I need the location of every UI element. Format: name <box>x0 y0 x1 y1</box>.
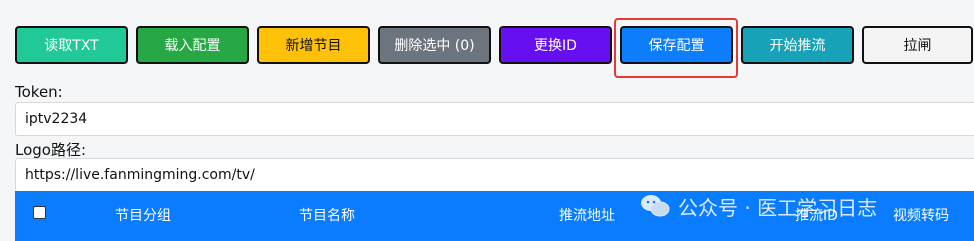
load-config-button[interactable]: 载入配置 <box>136 26 249 64</box>
header-program-name[interactable]: 节目名称 <box>299 205 355 225</box>
header-video-transcode[interactable]: 视频转码 <box>893 205 949 225</box>
add-program-button[interactable]: 新增节目 <box>257 26 370 64</box>
highlight-box <box>614 18 738 78</box>
stop-stream-button[interactable]: 拉闸 <box>862 26 973 64</box>
start-stream-button[interactable]: 开始推流 <box>741 26 854 64</box>
delete-selected-button[interactable]: 删除选中 (0) <box>378 26 491 64</box>
token-input[interactable]: iptv2234 <box>15 102 974 136</box>
watermark-text: 公众号 · 医工学习日志 <box>678 195 878 220</box>
toolbar: 读取TXT 载入配置 新增节目 删除选中 (0) 更换ID 保存配置 开始推流 … <box>0 0 974 80</box>
header-program-group[interactable]: 节目分组 <box>115 205 171 225</box>
token-label: Token: <box>15 83 63 101</box>
watermark: 公众号 · 医工学习日志 <box>640 186 877 226</box>
select-all-checkbox[interactable] <box>33 206 46 219</box>
header-stream-url[interactable]: 推流地址 <box>559 205 615 225</box>
change-id-button[interactable]: 更换ID <box>499 26 612 64</box>
wechat-icon <box>641 195 670 217</box>
read-txt-button[interactable]: 读取TXT <box>15 26 128 64</box>
logo-path-label: Logo路径: <box>15 141 87 159</box>
